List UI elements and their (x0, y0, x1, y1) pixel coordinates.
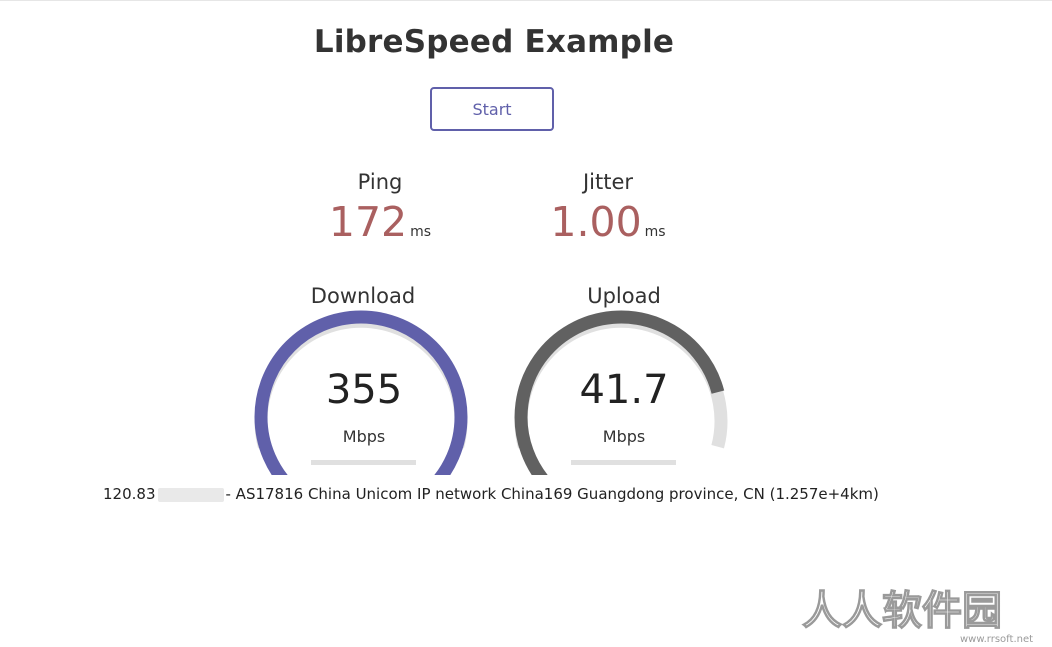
isp-info: - AS17816 China Unicom IP network China1… (225, 485, 879, 503)
ping-unit: ms (410, 224, 432, 240)
top-divider (0, 0, 1052, 1)
jitter-meter: 1.00 ms (508, 198, 708, 246)
download-progress-fill (311, 460, 416, 465)
ping-label: Ping (357, 170, 403, 194)
watermark-subtext: www.rrsoft.net (960, 634, 1033, 645)
ip-address: 120.83 (103, 485, 156, 503)
ping-value: 172 (328, 198, 408, 246)
jitter-unit: ms (644, 224, 666, 240)
watermark-logo: 人人软件园 www.rrsoft.net (801, 587, 1033, 645)
download-value: 355 (325, 367, 403, 413)
start-button[interactable]: Start (430, 87, 554, 131)
ping-meter: 172 ms (280, 198, 480, 246)
upload-value: 41.7 (579, 367, 669, 413)
upload-unit: Mbps (602, 427, 646, 446)
jitter-value: 1.00 (550, 198, 642, 246)
upload-progress-fill (571, 460, 676, 465)
jitter-label: Jitter (582, 170, 634, 194)
download-unit: Mbps (342, 427, 386, 446)
ip-redaction (157, 487, 224, 502)
watermark-text: 人人软件园 (802, 588, 1002, 634)
ip-info: 120.83 - AS17816 China Unicom IP network … (103, 485, 879, 503)
page-title: LibreSpeed Example (313, 24, 675, 60)
